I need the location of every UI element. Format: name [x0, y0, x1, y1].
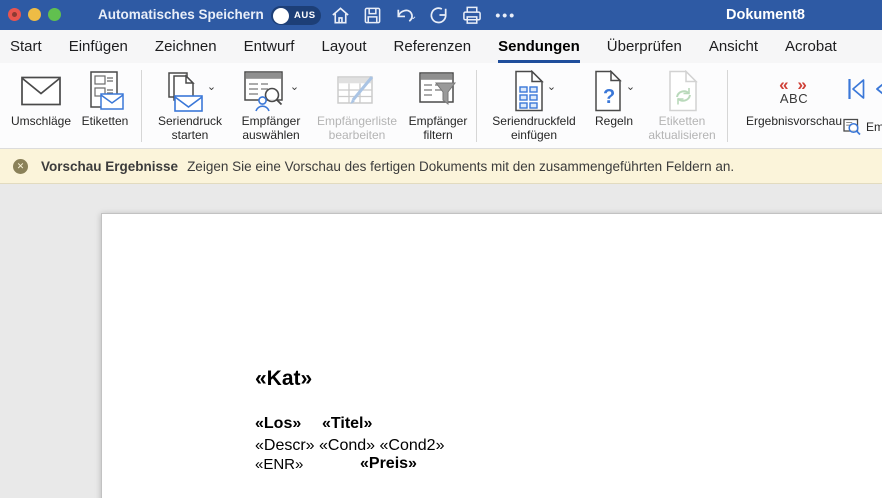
chevron-down-icon: ⌄: [626, 82, 635, 93]
toggle-knob-icon: [273, 8, 289, 24]
svg-text:?: ?: [603, 86, 615, 108]
tab-referenzen[interactable]: Referenzen: [394, 30, 472, 63]
rules-icon: ?: [593, 70, 623, 112]
home-icon: [330, 5, 351, 26]
find-recipient-icon: [843, 118, 862, 137]
first-record-icon: [845, 76, 867, 102]
chevron-down-icon: ⌄: [290, 82, 299, 93]
find-recipient-button[interactable]: Em: [843, 118, 882, 137]
save-button[interactable]: [363, 0, 382, 30]
filter-recipients-icon: [418, 71, 458, 111]
document-page[interactable]: «Kat» «Los» «Titel» «Descr» «Cond» «Cond…: [101, 213, 882, 498]
ribbon-button-empfaenger-auswaehlen[interactable]: ⌄ Empfänger auswählen: [233, 68, 309, 142]
tab-sendungen[interactable]: Sendungen: [498, 30, 580, 63]
merge-field-line-los-titel[interactable]: «Los» «Titel»: [255, 415, 555, 433]
ribbon-button-empfaenger-filtern[interactable]: Empfänger filtern: [405, 68, 471, 142]
redo-icon: [429, 5, 449, 25]
printer-icon: [461, 5, 483, 25]
envelope-icon: [21, 76, 61, 106]
tab-einfuegen[interactable]: Einfügen: [69, 30, 128, 63]
update-labels-icon: [666, 70, 698, 112]
more-toolbar-button[interactable]: •••: [495, 0, 516, 30]
ribbon-button-etiketten-aktualisieren: Etiketten aktualisieren: [642, 68, 722, 142]
tab-entwurf[interactable]: Entwurf: [244, 30, 295, 63]
labels-icon: [85, 71, 125, 111]
banner-title: Vorschau Ergebnisse: [41, 159, 178, 174]
autosave-state-label: AUS: [294, 6, 316, 25]
ribbon-button-empfaengerliste-bearbeiten: Empfängerliste bearbeiten: [309, 68, 405, 142]
merge-field-preis[interactable]: «Preis»: [360, 455, 417, 473]
preview-results-banner: ✕ Vorschau Ergebnisse Zeigen Sie eine Vo…: [0, 149, 882, 184]
tab-acrobat[interactable]: Acrobat: [785, 30, 837, 63]
ribbon-button-ergebnisvorschau[interactable]: « » ABC Ergebnisvorschau: [733, 68, 855, 129]
titlebar: Automatisches Speichern AUS ⌄ •••: [0, 0, 882, 30]
zoom-window-button[interactable]: [48, 8, 61, 21]
chevron-down-icon: ⌄: [207, 82, 216, 93]
ribbon-button-seriendruckfeld-einfuegen[interactable]: ⌄ Seriendruckfeld einfügen: [482, 68, 586, 142]
merge-field-line-enr-preis[interactable]: «ENR» «Preis»: [255, 456, 555, 473]
autosave-label: Automatisches Speichern: [98, 0, 264, 30]
tab-layout[interactable]: Layout: [321, 30, 366, 63]
tab-ansicht[interactable]: Ansicht: [709, 30, 758, 63]
nav-previous-record-button[interactable]: [874, 76, 882, 107]
tab-zeichnen[interactable]: Zeichnen: [155, 30, 217, 63]
ribbon-button-etiketten[interactable]: Etiketten: [74, 68, 136, 129]
close-icon[interactable]: ✕: [13, 159, 28, 174]
word-window: Automatisches Speichern AUS ⌄ •••: [0, 0, 882, 498]
ribbon-group-divider: [727, 70, 728, 142]
merge-field-line-descr[interactable]: «Descr» «Cond» «Cond2»: [255, 437, 444, 455]
ribbon-group-divider: [476, 70, 477, 142]
previous-record-icon: [874, 76, 882, 102]
undo-button[interactable]: ⌄: [394, 0, 417, 30]
print-button[interactable]: [461, 0, 483, 30]
home-button[interactable]: [330, 0, 351, 30]
select-recipients-icon: [243, 70, 287, 113]
document-area[interactable]: «Kat» «Los» «Titel» «Descr» «Cond» «Cond…: [0, 184, 882, 498]
merge-field-los[interactable]: «Los»: [255, 415, 301, 432]
merge-field-kat[interactable]: «Kat»: [255, 367, 312, 391]
find-recipient-label: Em: [866, 121, 882, 135]
tab-start[interactable]: Start: [10, 30, 42, 63]
tab-ueberpruefen[interactable]: Überprüfen: [607, 30, 682, 63]
edit-recipient-list-icon: [335, 72, 379, 110]
save-icon: [363, 6, 382, 25]
preview-results-icon: « » ABC: [779, 77, 809, 106]
merge-field-titel[interactable]: «Titel»: [322, 415, 372, 433]
ribbon-tabbar: Start Einfügen Zeichnen Entwurf Layout R…: [0, 30, 882, 63]
start-mail-merge-icon: [164, 70, 204, 112]
ribbon-button-seriendruck-starten[interactable]: ⌄ Seriendruck starten: [147, 68, 233, 142]
ribbon: Umschläge Etiketten ⌄ Seriendruck starte…: [0, 63, 882, 149]
nav-first-record-button[interactable]: [845, 76, 867, 107]
ribbon-button-regeln[interactable]: ? ⌄ Regeln: [586, 68, 642, 129]
document-title: Dokument8: [726, 0, 805, 30]
insert-merge-field-icon: [512, 70, 544, 112]
ellipsis-icon: •••: [495, 7, 516, 23]
autosave-toggle[interactable]: AUS: [271, 6, 321, 25]
merge-field-enr[interactable]: «ENR»: [255, 456, 303, 473]
close-window-button[interactable]: [8, 8, 21, 21]
undo-chevron-icon: ⌄: [409, 11, 417, 22]
banner-message: Zeigen Sie eine Vorschau des fertigen Do…: [187, 159, 734, 174]
redo-button[interactable]: [429, 0, 449, 30]
chevron-down-icon: ⌄: [547, 82, 556, 93]
minimize-window-button[interactable]: [28, 8, 41, 21]
ribbon-button-umschlaege[interactable]: Umschläge: [8, 68, 74, 129]
ribbon-group-divider: [141, 70, 142, 142]
